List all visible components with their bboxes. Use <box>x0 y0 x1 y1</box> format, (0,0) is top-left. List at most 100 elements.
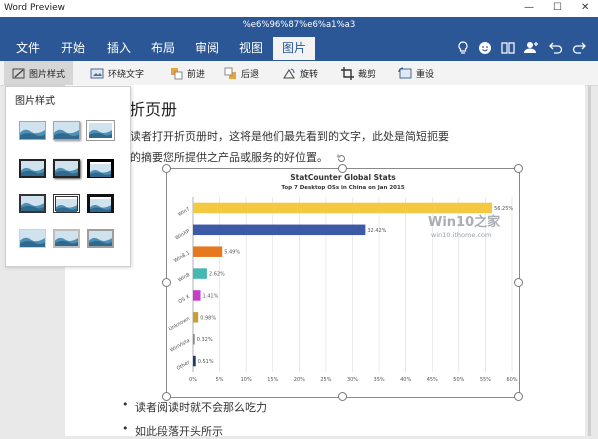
picture-style-plain[interactable] <box>19 121 46 140</box>
chart-x-tick-label: 30% <box>347 377 358 383</box>
send-backward-icon <box>224 67 236 79</box>
picture-style-thick-black-border[interactable] <box>19 159 46 178</box>
crop-icon <box>341 66 354 80</box>
person-add-icon[interactable] <box>522 37 540 59</box>
window-title: Word Preview <box>4 3 66 13</box>
document-paragraph-line1[interactable]: 读者打开折页册时，这将是他们最先看到的文字，此处是简短扼要 <box>130 128 449 144</box>
resize-handle-bottom-right[interactable] <box>514 392 523 401</box>
bring-forward-label: 前进 <box>187 69 206 80</box>
chart-value-label: 56.25% <box>494 206 513 212</box>
chart-bar <box>193 312 199 323</box>
picture-style-double-border[interactable] <box>53 194 80 213</box>
tab-layout[interactable]: 布局 <box>143 37 183 60</box>
window-titlebar: Word Preview — ☐ ✕ <box>0 0 598 17</box>
bring-forward-button[interactable]: 前进 <box>170 61 205 85</box>
reset-icon <box>398 66 412 78</box>
chart-image[interactable]: StatCounter Global Stats Top 7 Desktop O… <box>168 171 518 395</box>
chart-bar <box>193 333 195 345</box>
chart-x-tick-label: 40% <box>400 377 411 383</box>
picture-style-black-frame[interactable] <box>87 194 114 213</box>
chart-bar <box>193 224 366 236</box>
tab-review[interactable]: 审阅 <box>187 37 227 60</box>
picture-style-light[interactable] <box>19 229 46 248</box>
rotate-handle-icon[interactable] <box>336 149 347 162</box>
minimize-button[interactable]: — <box>524 2 534 13</box>
wrap-text-icon <box>90 68 104 78</box>
chart-value-label: 0.32% <box>197 337 213 343</box>
picture-style-dark-border[interactable] <box>19 194 46 213</box>
smiley-icon[interactable] <box>476 37 494 59</box>
picture-style-soft-shadow[interactable] <box>53 121 80 140</box>
gallery-title: 图片样式 <box>15 96 55 107</box>
send-backward-button[interactable]: 后退 <box>224 61 259 85</box>
chart-x-tick-label: 5% <box>216 377 224 383</box>
close-button[interactable]: ✕ <box>581 2 589 13</box>
resize-handle-top-left[interactable] <box>162 164 171 173</box>
resize-handle-top[interactable] <box>338 164 347 173</box>
chart-x-tick-label: 45% <box>427 377 438 383</box>
chart-title: StatCounter Global Stats <box>290 173 396 182</box>
tab-insert[interactable]: 插入 <box>99 37 139 60</box>
wrap-text-button[interactable]: 环绕文字 <box>90 61 144 85</box>
picture-styles-label: 图片样式 <box>29 69 66 80</box>
bring-forward-icon <box>171 67 183 79</box>
watermark-sub: win10.ithome.com <box>431 231 491 239</box>
book-icon[interactable] <box>499 37 517 59</box>
chart-x-tick-label: 60% <box>506 377 517 383</box>
picture-styles-button[interactable]: 图片样式 <box>4 61 74 85</box>
chart-x-tick-label: 50% <box>453 377 464 383</box>
chart-bar <box>193 355 196 367</box>
crop-label: 裁剪 <box>358 69 377 80</box>
rotate-button[interactable]: 旋转 <box>282 61 318 85</box>
chart-x-tick-label: 20% <box>294 377 305 383</box>
tab-view[interactable]: 视图 <box>231 37 271 60</box>
picture-toolbar: 图片样式 环绕文字 前进 后退 旋转 裁剪 重设 <box>0 61 598 86</box>
reset-label: 重设 <box>416 69 435 80</box>
resize-handle-bottom[interactable] <box>338 392 347 401</box>
tab-picture[interactable]: 图片 <box>273 37 315 60</box>
maximize-button[interactable]: ☐ <box>553 2 562 13</box>
wrap-text-label: 环绕文字 <box>108 69 145 80</box>
vertical-scrollbar[interactable] <box>588 86 591 436</box>
chart-bar <box>193 246 223 257</box>
resize-handle-top-right[interactable] <box>514 164 523 173</box>
tab-home[interactable]: 开始 <box>53 37 93 60</box>
chart-value-label: 1.41% <box>202 293 218 299</box>
picture-style-gray-frame[interactable] <box>53 229 80 248</box>
chart-x-tick-label: 35% <box>374 377 385 383</box>
bullet-dot: • <box>122 422 129 435</box>
document-paragraph-line2[interactable]: 的摘要您所提供之产品或服务的好位置。 <box>130 149 328 165</box>
chart-x-tick-label: 10% <box>241 377 252 383</box>
picture-style-thin-border[interactable] <box>87 121 114 140</box>
chart-value-label: 2.62% <box>209 272 225 278</box>
chart-value-label: 32.42% <box>367 228 386 234</box>
picture-style-gray-matte[interactable] <box>87 229 114 248</box>
bullet-item[interactable]: 如此段落开头所示 <box>135 423 223 439</box>
chart-bar <box>193 268 207 279</box>
chart-bar <box>193 290 201 301</box>
document-title: %e6%96%87%e6%a1%a3 <box>242 20 356 30</box>
resize-handle-right[interactable] <box>514 278 523 287</box>
tab-file[interactable]: 文件 <box>8 37 48 60</box>
resize-handle-left[interactable] <box>162 278 171 287</box>
undo-icon[interactable] <box>546 37 564 59</box>
crop-button[interactable]: 裁剪 <box>341 61 376 85</box>
chart-value-label: 5.49% <box>224 250 240 256</box>
chart-value-label: 0.98% <box>200 315 216 321</box>
chart-x-tick-label: 0% <box>189 377 197 383</box>
lightbulb-icon[interactable] <box>454 37 472 59</box>
bullet-dot: • <box>122 398 129 411</box>
picture-style-black-border-shadow[interactable] <box>53 159 80 178</box>
reset-button[interactable]: 重设 <box>398 61 434 85</box>
send-backward-label: 后退 <box>241 69 260 80</box>
ribbon: %e6%96%87%e6%a1%a3 文件 开始 插入 布局 审阅 视图 图片 <box>0 17 598 61</box>
document-heading[interactable]: 折页册 <box>129 96 177 120</box>
chart-bar <box>193 202 493 214</box>
picture-styles-icon <box>12 68 25 78</box>
watermark-main: Win10之家 <box>428 214 501 230</box>
chart-x-tick-label: 15% <box>267 377 278 383</box>
picture-styles-gallery: 图片样式 <box>5 86 131 267</box>
redo-icon[interactable] <box>571 37 589 59</box>
picture-style-heavy-black-frame[interactable] <box>87 159 114 178</box>
bullet-item[interactable]: 读者阅读时就不会那么吃力 <box>135 399 267 415</box>
